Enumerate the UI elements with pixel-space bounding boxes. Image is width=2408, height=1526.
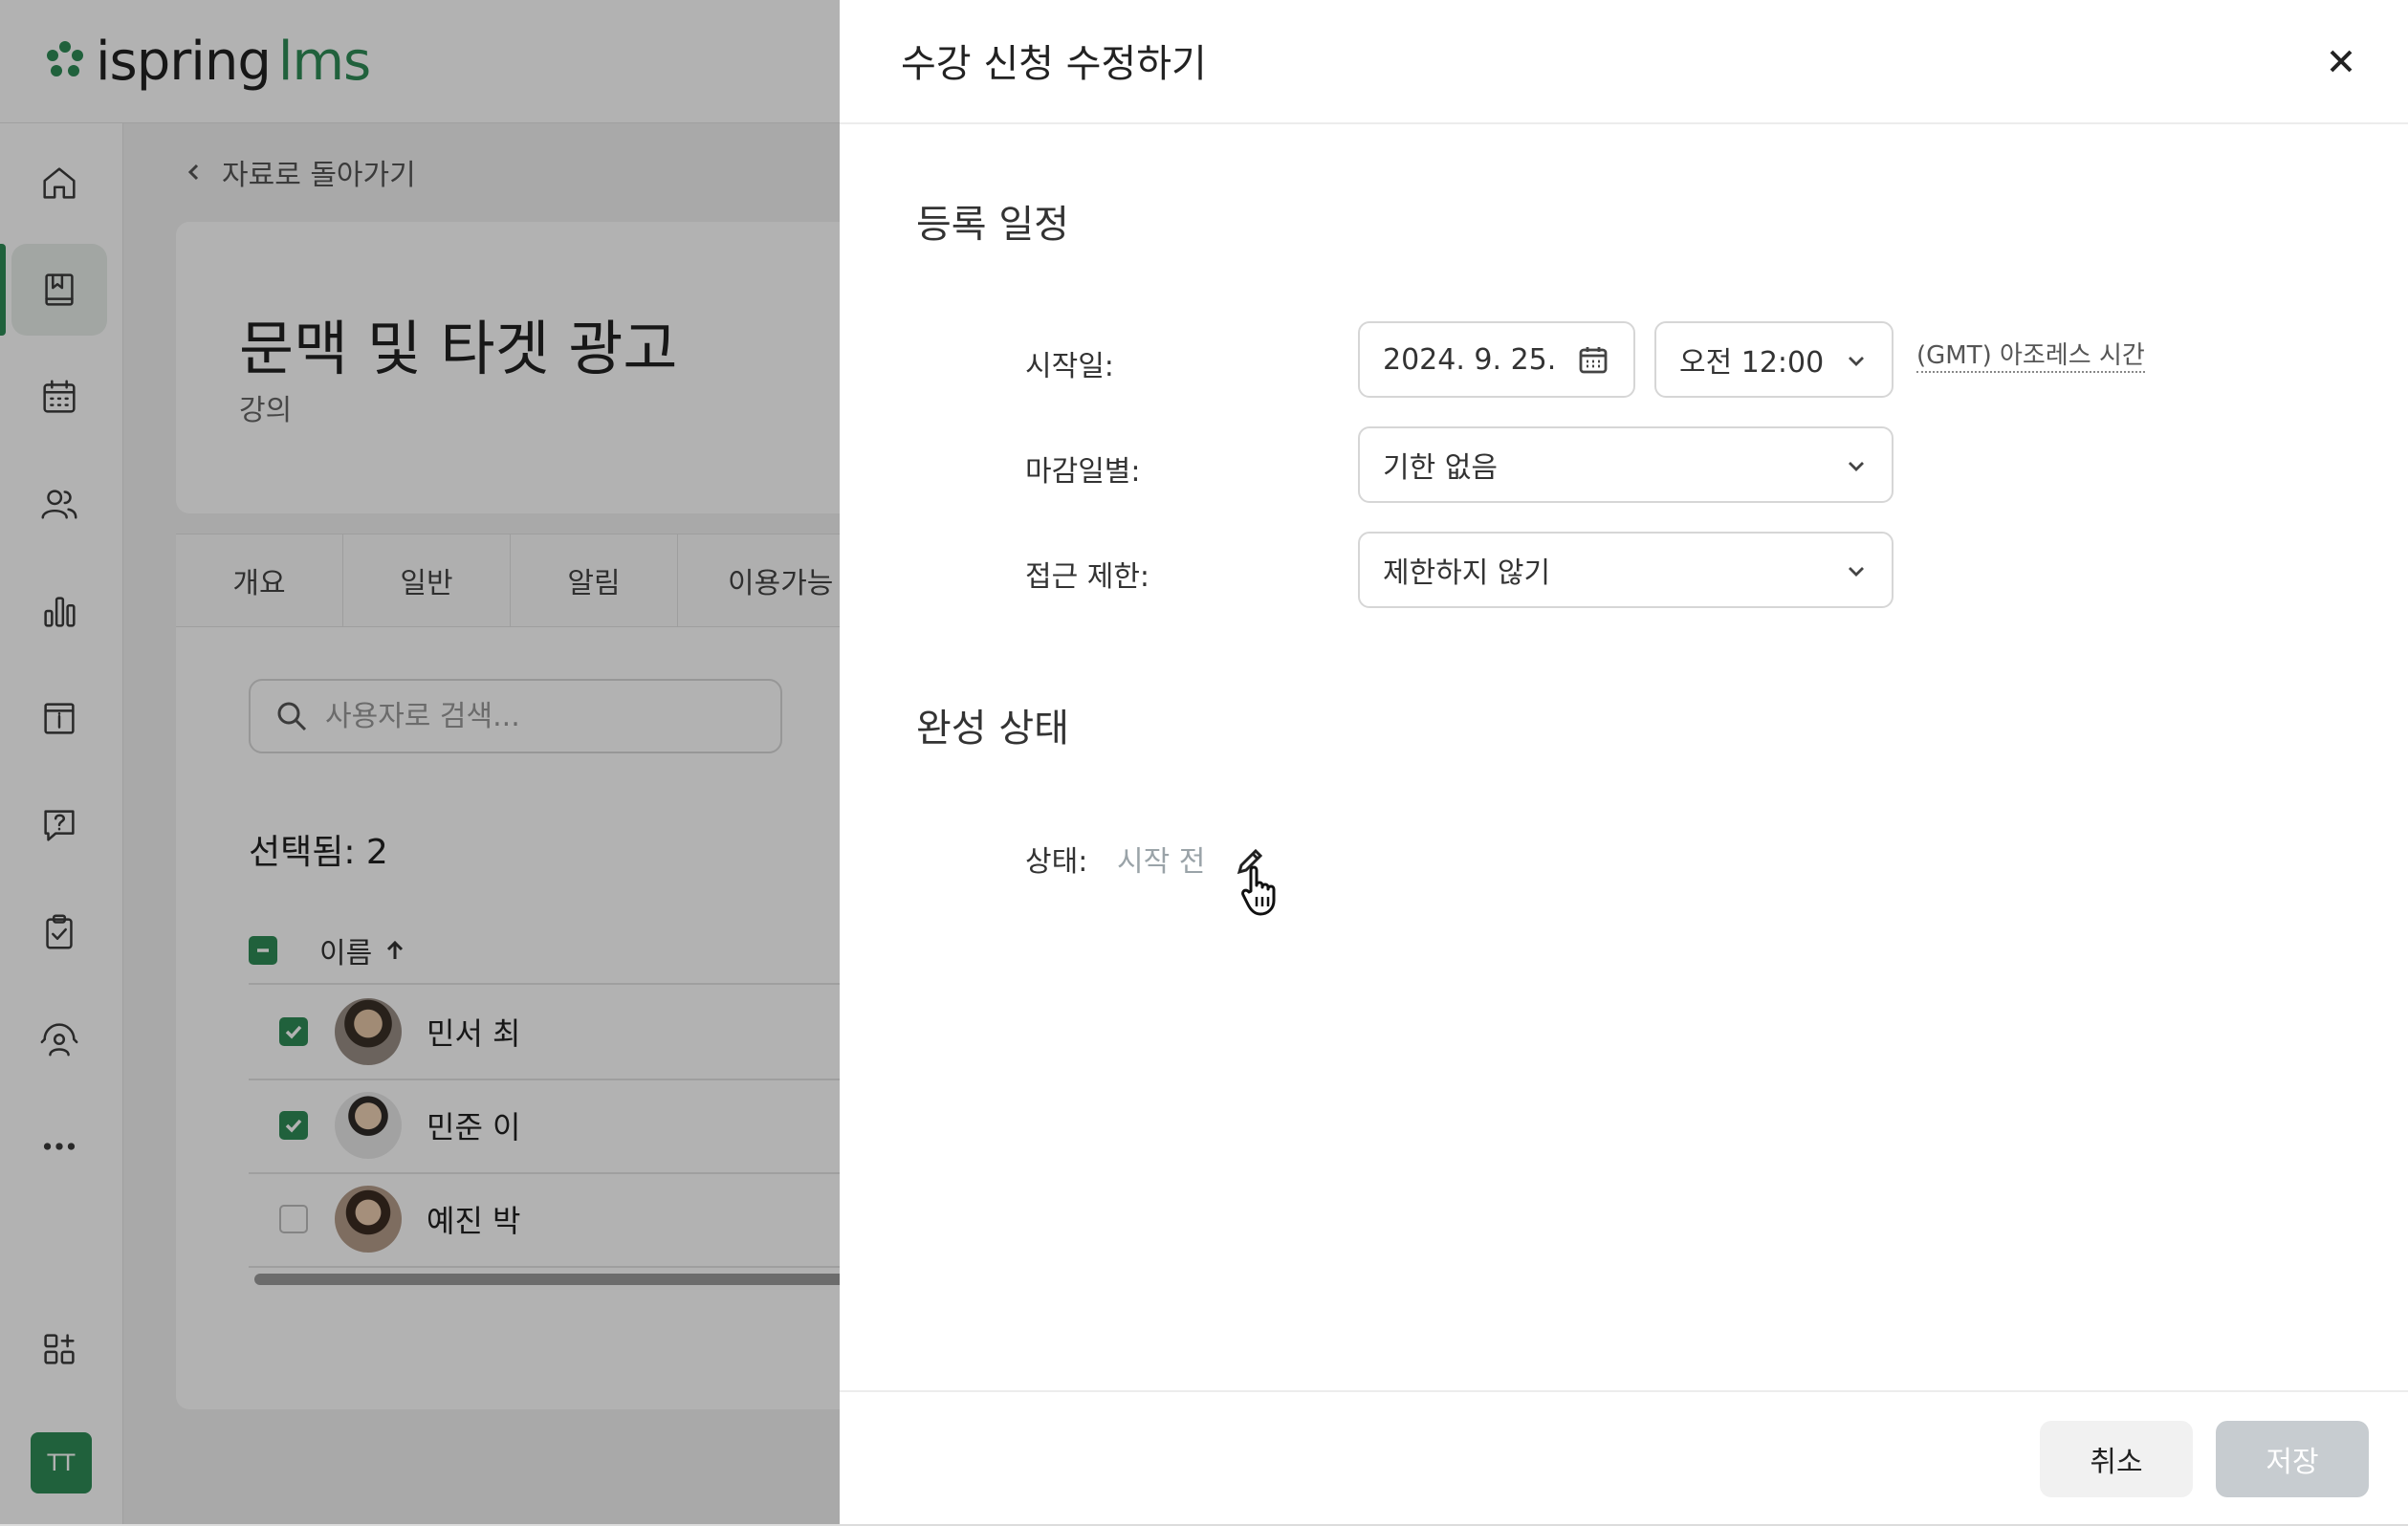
- app-window: ispring lms TT 자료로 돌아가기 문맥 및 타겟 광고 강의 개요…: [0, 0, 2408, 1524]
- deadline-value: 기한 없음: [1383, 451, 1498, 485]
- calendar-icon[interactable]: [1576, 342, 1610, 377]
- dialog-title: 수강 신청 수정하기: [901, 42, 1207, 86]
- chevron-down-icon: [1849, 567, 1864, 577]
- chevron-down-icon: [1849, 357, 1864, 366]
- access-restriction-label: 접근 제한:: [1025, 560, 1150, 594]
- status-value: 시작 전: [1117, 845, 1206, 879]
- access-restriction-select[interactable]: 제한하지 않기: [1358, 532, 1894, 608]
- close-icon: [2330, 50, 2353, 73]
- cancel-button[interactable]: 취소: [2040, 1421, 2193, 1497]
- close-button[interactable]: [2318, 38, 2364, 84]
- schedule-section-title: 등록 일정: [916, 203, 1069, 247]
- status-label: 상태:: [1025, 845, 1088, 879]
- hand-cursor-icon: [1241, 865, 1276, 916]
- access-restriction-value: 제한하지 않기: [1383, 556, 1551, 590]
- edit-enrollment-dialog: 수강 신청 수정하기 등록 일정 시작일: 2024. 9. 25. 오전 12…: [840, 0, 2408, 1524]
- start-date-label: 시작일:: [1025, 350, 1114, 383]
- start-date-value: 2024. 9. 25.: [1383, 342, 1557, 377]
- start-date-field[interactable]: 2024. 9. 25.: [1358, 321, 1635, 398]
- start-time-select[interactable]: 오전 12:00: [1654, 321, 1894, 398]
- completion-section-title: 완성 상태: [916, 707, 1069, 751]
- timezone-link[interactable]: (GMT) 아조레스 시간: [1916, 340, 2145, 373]
- deadline-select[interactable]: 기한 없음: [1358, 426, 1894, 503]
- start-time-value: 오전 12:00: [1679, 346, 1825, 380]
- dialog-header: 수강 신청 수정하기: [840, 0, 2408, 124]
- chevron-down-icon: [1849, 462, 1864, 471]
- deadline-label: 마감일별:: [1025, 455, 1141, 489]
- save-button[interactable]: 저장: [2216, 1421, 2369, 1497]
